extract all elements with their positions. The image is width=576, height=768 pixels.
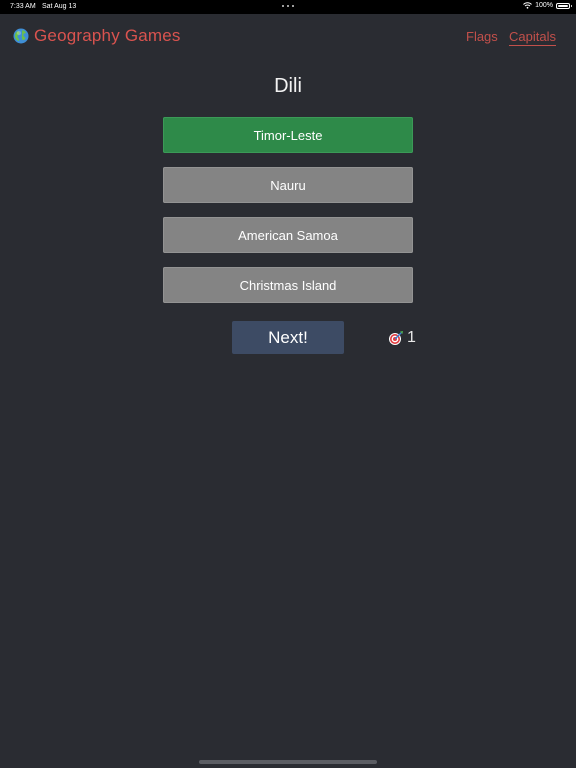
answer-button[interactable]: Nauru [163,167,413,203]
nav-link-flags[interactable]: Flags [466,29,498,44]
answer-button[interactable]: American Samoa [163,217,413,253]
score-counter: 1 [388,330,416,346]
app-title: Geography Games [34,26,181,45]
next-button[interactable]: Next! [232,321,344,354]
question-capital: Dili [274,75,302,97]
answer-button[interactable]: Christmas Island [163,267,413,303]
status-date: Sat Aug 13 [42,3,77,10]
status-time: 7:33 AM [10,3,36,10]
status-right: 100% [523,2,572,9]
status-bar: 7:33 AM Sat Aug 13 100% [0,0,576,14]
score-value: 1 [407,329,416,346]
multitasking-dots-icon[interactable] [282,5,294,8]
battery-icon [556,2,572,9]
nav-link-capitals[interactable]: Capitals [509,29,556,46]
target-icon [389,331,403,345]
answer-button-correct[interactable]: Timor-Leste [163,117,413,153]
battery-percent: 100% [535,2,553,9]
globe-icon [13,28,29,44]
home-indicator[interactable] [199,760,377,764]
wifi-icon [523,2,532,9]
